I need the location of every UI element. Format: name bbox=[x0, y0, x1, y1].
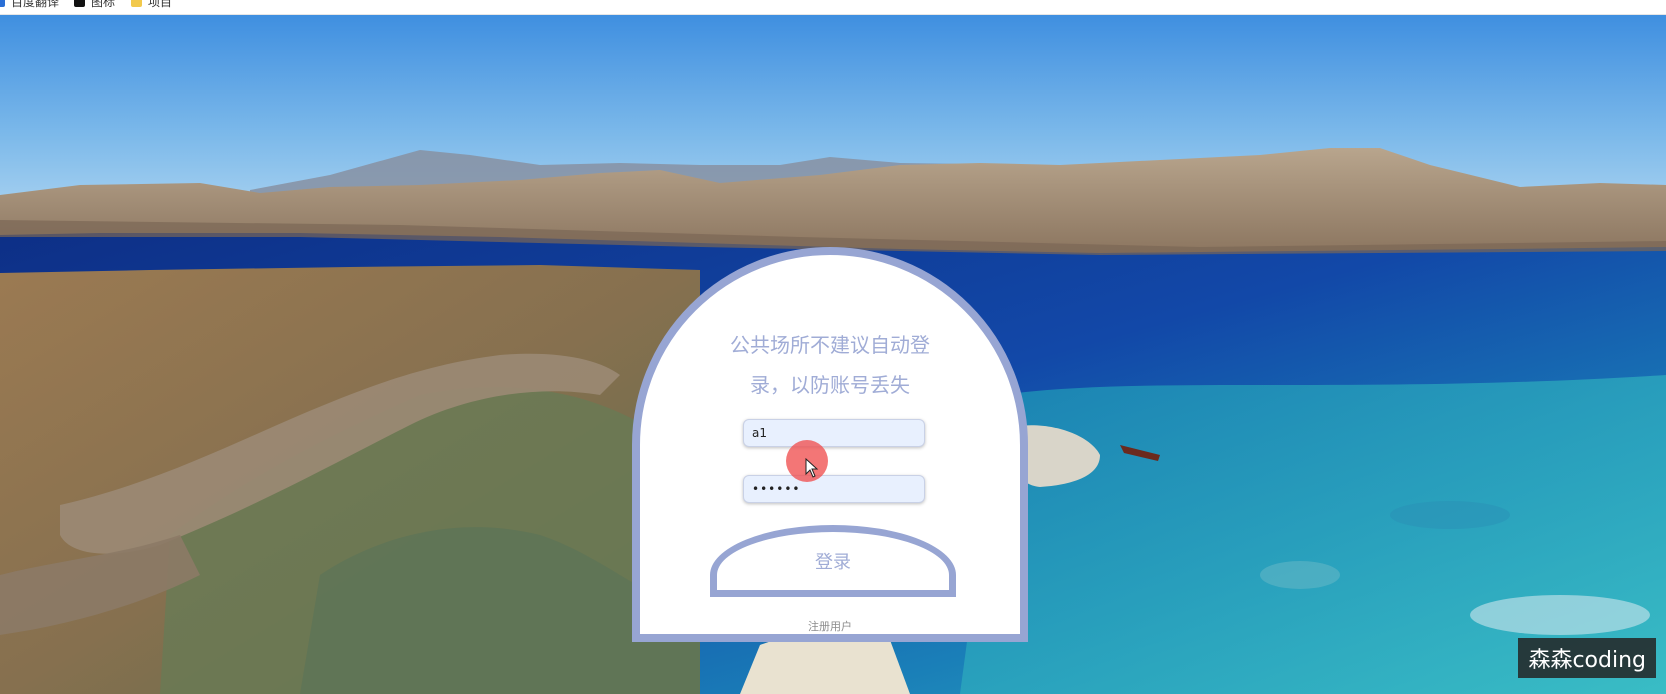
page: 百度翻译 图标 项目 公共场所不建议自动登 录，以防账号丢失 a1 ••••••… bbox=[0, 0, 1666, 694]
register-link[interactable]: 注册用户 bbox=[640, 618, 1020, 634]
bookmark-icons[interactable]: 图标 bbox=[74, 0, 116, 9]
login-card: 公共场所不建议自动登 录，以防账号丢失 登录 注册用户 bbox=[632, 247, 1028, 642]
login-button[interactable]: 登录 bbox=[710, 525, 956, 597]
username-input[interactable] bbox=[743, 419, 925, 447]
bookmark-label: 百度翻译 bbox=[11, 0, 60, 9]
watermark-text: 森森coding bbox=[1518, 638, 1656, 678]
folder-icon bbox=[131, 0, 142, 7]
bookmark-label: 项目 bbox=[148, 0, 173, 9]
login-warning-title: 公共场所不建议自动登 录，以防账号丢失 bbox=[640, 325, 1020, 405]
title-line-1: 公共场所不建议自动登 bbox=[730, 333, 930, 357]
mouse-cursor-icon bbox=[805, 458, 819, 478]
title-line-2: 录，以防账号丢失 bbox=[750, 373, 910, 397]
bookmark-translate[interactable]: 百度翻译 bbox=[0, 0, 60, 9]
bookmarks-bar: 百度翻译 图标 项目 bbox=[0, 0, 1666, 15]
password-input[interactable] bbox=[743, 475, 925, 503]
iconfont-icon bbox=[74, 0, 85, 7]
bookmark-project[interactable]: 项目 bbox=[131, 0, 173, 9]
bookmark-label: 图标 bbox=[91, 0, 116, 9]
translate-icon bbox=[0, 0, 5, 7]
